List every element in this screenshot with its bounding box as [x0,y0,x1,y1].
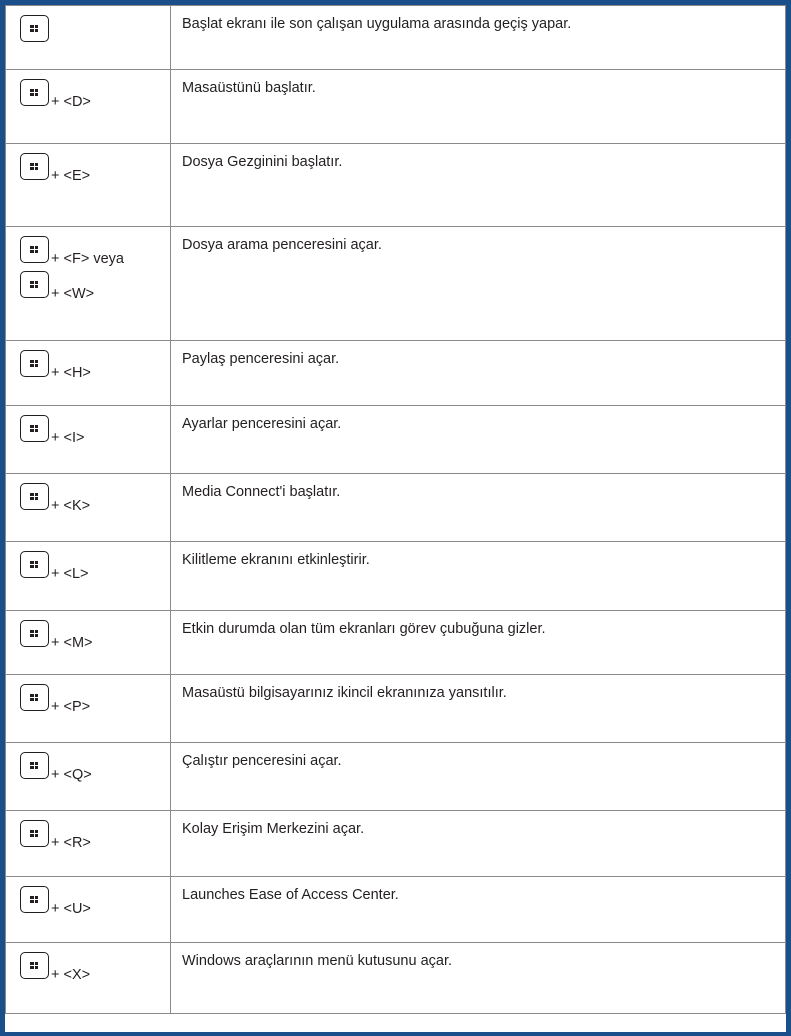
key-suffix: + <I> [51,430,85,446]
key-suffix: + <E> [51,168,91,184]
windows-key-icon [20,886,49,913]
key-combo: + <U> [6,877,170,921]
table-row: + <X> Windows araçlarının menü kutusunu … [5,942,786,1014]
key-suffix: + <H> [51,365,91,381]
key-cell: + <R> [5,810,171,877]
windows-key-icon [20,271,49,298]
key-cell: + <U> [5,876,171,943]
key-cell: + <K> [5,473,171,542]
key-cell: + <P> [5,674,171,743]
key-cell: + <M> [5,610,171,675]
windows-key-icon [20,620,49,647]
key-suffix: + <X> [51,967,91,983]
key-combo: + <M> [6,611,170,655]
description-cell: Başlat ekranı ile son çalışan uygulama a… [170,5,786,70]
description-cell: Dosya arama penceresini açar. [170,226,786,341]
key-combo: + <D> [6,70,170,114]
key-cell: + <F> veya + <W> [5,226,171,341]
windows-key-icon [20,79,49,106]
description-cell: Kolay Erişim Merkezini açar. [170,810,786,877]
key-combo: + <I> [6,406,170,450]
key-combo: + <K> [6,474,170,518]
windows-key-icon [20,952,49,979]
key-cell: + <L> [5,541,171,611]
key-combo: + <E> [6,144,170,188]
key-suffix: + <F> veya [51,251,124,267]
key-suffix: + <P> [51,699,91,715]
table-row: + <E> Dosya Gezginini başlatır. [5,143,786,227]
key-cell [5,5,171,70]
key-cell: + <H> [5,340,171,406]
table-row: + <D> Masaüstünü başlatır. [5,69,786,144]
key-combo: + <F> veya [6,227,170,271]
description-cell: Çalıştır penceresini açar. [170,742,786,811]
key-cell: + <D> [5,69,171,144]
key-combo: + <P> [6,675,170,719]
windows-key-icon [20,752,49,779]
key-suffix: + <D> [51,94,91,110]
table-row: + <K> Media Connect'i başlatır. [5,473,786,542]
key-cell: + <I> [5,405,171,474]
windows-key-icon [20,483,49,510]
table-row: + <Q> Çalıştır penceresini açar. [5,742,786,811]
key-cell: + <Q> [5,742,171,811]
key-combo: + <R> [6,811,170,855]
description-cell: Launches Ease of Access Center. [170,876,786,943]
key-cell: + <X> [5,942,171,1014]
windows-key-icon [20,820,49,847]
table-row: + <F> veya + <W> Dosya arama penceresini… [5,226,786,341]
key-suffix: + <U> [51,901,91,917]
description-cell: Masaüstü bilgisayarınız ikincil ekranını… [170,674,786,743]
table-row: + <H> Paylaş penceresini açar. [5,340,786,406]
windows-key-icon [20,684,49,711]
table-row: + <M> Etkin durumda olan tüm ekranları g… [5,610,786,675]
description-cell: Paylaş penceresini açar. [170,340,786,406]
description-cell: Ayarlar penceresini açar. [170,405,786,474]
key-combo: + <X> [6,943,170,987]
key-combo: + <Q> [6,743,170,787]
key-suffix: + <R> [51,835,91,851]
description-cell: Etkin durumda olan tüm ekranları görev ç… [170,610,786,675]
table-row: + <R> Kolay Erişim Merkezini açar. [5,810,786,877]
table-row: Başlat ekranı ile son çalışan uygulama a… [5,5,786,70]
windows-key-icon [20,15,49,42]
windows-key-icon [20,153,49,180]
description-cell: Kilitleme ekranını etkinleştirir. [170,541,786,611]
keyboard-shortcuts-table: Başlat ekranı ile son çalışan uygulama a… [5,5,786,1014]
key-combo: + <L> [6,542,170,586]
key-suffix: + <Q> [51,767,92,783]
table-row: + <P> Masaüstü bilgisayarınız ikincil ek… [5,674,786,743]
description-cell: Dosya Gezginini başlatır. [170,143,786,227]
description-cell: Windows araçlarının menü kutusunu açar. [170,942,786,1014]
table-row: + <L> Kilitleme ekranını etkinleştirir. [5,541,786,611]
key-suffix: + <L> [51,566,89,582]
key-combo: + <W> [6,271,170,315]
windows-key-icon [20,551,49,578]
description-cell: Media Connect'i başlatır. [170,473,786,542]
key-suffix: + <M> [51,635,93,651]
key-combo [6,6,170,50]
windows-key-icon [20,350,49,377]
windows-key-icon [20,236,49,263]
description-cell: Masaüstünü başlatır. [170,69,786,144]
table-row: + <I> Ayarlar penceresini açar. [5,405,786,474]
key-combo: + <H> [6,341,170,385]
key-suffix: + <W> [51,286,95,302]
windows-key-icon [20,415,49,442]
key-cell: + <E> [5,143,171,227]
table-row: + <U> Launches Ease of Access Center. [5,876,786,943]
key-suffix: + <K> [51,498,91,514]
